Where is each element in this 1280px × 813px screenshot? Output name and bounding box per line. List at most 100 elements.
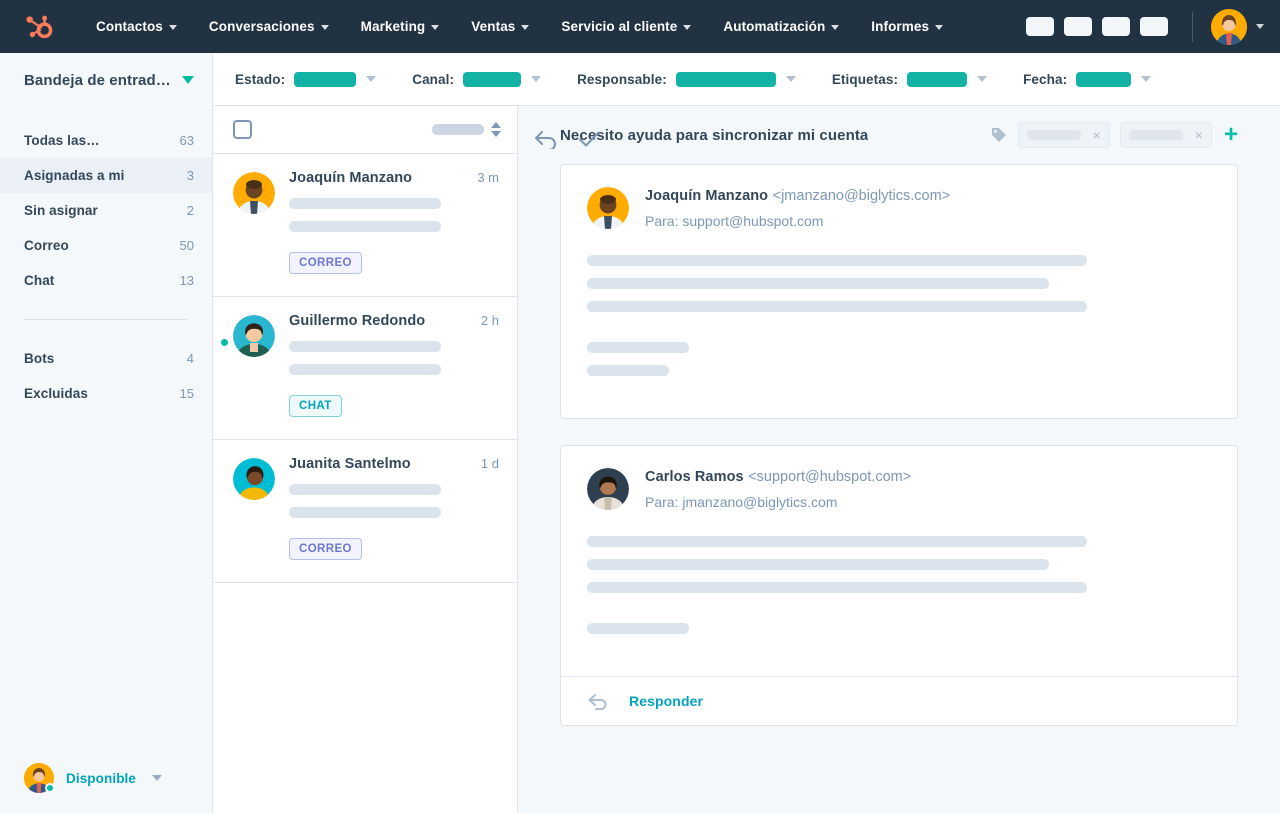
filter-label: Canal: [412, 72, 454, 87]
nav-item-contactos[interactable]: Contactos [80, 13, 193, 40]
utility-icon-1[interactable] [1026, 17, 1054, 36]
inbox-title: Bandeja de entrad… [24, 72, 171, 89]
availability-label: Disponible [66, 771, 136, 786]
message-recipient: Para: support@hubspot.com [645, 213, 950, 229]
conversation-actions [533, 129, 601, 149]
tag-chip[interactable]: × [1120, 122, 1212, 148]
nav-item-informes[interactable]: Informes [855, 13, 959, 40]
tag-icon[interactable] [990, 126, 1008, 144]
nav-item-conversaciones[interactable]: Conversaciones [193, 13, 345, 40]
nav-item-automatizacion[interactable]: Automatización [707, 13, 855, 40]
main-area: Estado: Canal: Responsable: Etiquetas: [213, 53, 1280, 813]
filter-value-redacted [676, 72, 776, 87]
chevron-down-icon[interactable] [182, 76, 194, 84]
body-placeholder [587, 582, 1087, 593]
utility-icon-3[interactable] [1102, 17, 1130, 36]
filter-estado[interactable]: Estado: [235, 72, 376, 87]
sidebar-item-bots[interactable]: Bots 4 [0, 341, 212, 376]
chevron-down-icon [935, 25, 943, 30]
add-tag-button[interactable]: + [1224, 123, 1238, 147]
list-item[interactable]: Joaquín Manzano 3 m CORREO [213, 154, 517, 297]
sidebar-item-count: 50 [180, 238, 194, 253]
filter-etiquetas[interactable]: Etiquetas: [832, 72, 987, 87]
list-item-name: Guillermo Redondo [289, 313, 425, 329]
body-placeholder [587, 536, 1087, 547]
mark-done-checkmark-icon[interactable] [577, 129, 601, 149]
sidebar-item-count: 2 [187, 203, 194, 218]
nav-utilities [1016, 9, 1264, 45]
tag-chip[interactable]: × [1018, 122, 1110, 148]
sidebar-divider [24, 319, 188, 320]
status-badge: CORREO [289, 252, 362, 274]
sort-updown-icon[interactable] [491, 122, 501, 137]
reply-icon [587, 692, 609, 710]
availability-status[interactable]: Disponible [0, 743, 212, 813]
unread-indicator-dot [221, 339, 228, 346]
utility-icon-2[interactable] [1064, 17, 1092, 36]
nav-item-label: Conversaciones [209, 19, 315, 34]
close-icon[interactable]: × [1093, 128, 1101, 142]
sidebar-item-count: 4 [187, 351, 194, 366]
chevron-down-icon [683, 25, 691, 30]
body-placeholder [587, 623, 689, 634]
nav-item-label: Automatización [723, 19, 825, 34]
top-navigation-bar: Contactos Conversaciones Marketing Venta… [0, 0, 1280, 53]
panes: Joaquín Manzano 3 m CORREO [213, 106, 1280, 813]
hubspot-sprocket-logo[interactable] [24, 12, 54, 42]
sidebar-item-todas-las[interactable]: Todas las… 63 [0, 123, 212, 158]
list-item[interactable]: Juanita Santelmo 1 d CORREO [213, 440, 517, 583]
chevron-down-icon[interactable] [1256, 24, 1264, 29]
chevron-down-icon [831, 25, 839, 30]
message-body [561, 510, 1237, 676]
preview-placeholder [289, 484, 441, 495]
app-body: Bandeja de entrad… Todas las… 63 Asignad… [0, 53, 1280, 813]
list-item[interactable]: Guillermo Redondo 2 h CHAT [213, 297, 517, 440]
chevron-down-icon [531, 76, 541, 82]
sidebar-item-label: Asignadas a mi [24, 168, 124, 183]
reply-all-icon[interactable] [533, 129, 559, 149]
close-icon[interactable]: × [1195, 128, 1203, 142]
sidebar-primary-list: Todas las… 63 Asignadas a mi 3 Sin asign… [0, 107, 212, 298]
filter-responsable[interactable]: Responsable: [577, 72, 796, 87]
filter-label: Etiquetas: [832, 72, 898, 87]
message-header: Joaquín Manzano <jmanzano@biglytics.com>… [561, 165, 1237, 229]
body-placeholder [587, 301, 1087, 312]
status-badge: CORREO [289, 538, 362, 560]
reply-button[interactable]: Responder [561, 676, 1237, 725]
conversation-list-pane: Joaquín Manzano 3 m CORREO [213, 106, 518, 813]
sidebar-item-count: 13 [180, 273, 194, 288]
main-menu: Contactos Conversaciones Marketing Venta… [80, 13, 959, 40]
nav-item-ventas[interactable]: Ventas [455, 13, 545, 40]
nav-item-servicio-al-cliente[interactable]: Servicio al cliente [545, 13, 707, 40]
sidebar-item-chat[interactable]: Chat 13 [0, 263, 212, 298]
avatar [233, 315, 275, 357]
body-placeholder [587, 342, 689, 353]
preview-placeholder [289, 198, 441, 209]
select-all-checkbox[interactable] [233, 120, 252, 139]
conversation-list-toolbar [213, 106, 517, 154]
body-gap [587, 324, 1211, 342]
sidebar-item-correo[interactable]: Correo 50 [0, 228, 212, 263]
avatar[interactable] [1211, 9, 1247, 45]
message-meta: Joaquín Manzano <jmanzano@biglytics.com>… [645, 187, 950, 229]
sidebar-item-asignadas-a-mi[interactable]: Asignadas a mi 3 [0, 158, 212, 193]
inbox-selector[interactable]: Bandeja de entrad… [0, 53, 212, 107]
nav-item-marketing[interactable]: Marketing [345, 13, 456, 40]
sidebar-item-sin-asignar[interactable]: Sin asignar 2 [0, 193, 212, 228]
preview-placeholder [289, 507, 441, 518]
current-user-avatar[interactable] [24, 763, 54, 793]
utility-icon-4[interactable] [1140, 17, 1168, 36]
avatar [587, 468, 629, 510]
sidebar-item-label: Todas las… [24, 133, 100, 148]
filter-canal[interactable]: Canal: [412, 72, 541, 87]
sort-selector[interactable] [432, 122, 501, 137]
sidebar-item-excluidas[interactable]: Excluidas 15 [0, 376, 212, 411]
filter-fecha[interactable]: Fecha: [1023, 72, 1151, 87]
nav-item-label: Informes [871, 19, 929, 34]
avatar-illustration [233, 315, 275, 357]
filter-value-redacted [907, 72, 967, 87]
chevron-down-icon[interactable] [152, 775, 162, 781]
conversation-list[interactable]: Joaquín Manzano 3 m CORREO [213, 154, 517, 813]
status-badge: CHAT [289, 395, 342, 417]
list-item-time: 2 h [481, 313, 499, 328]
